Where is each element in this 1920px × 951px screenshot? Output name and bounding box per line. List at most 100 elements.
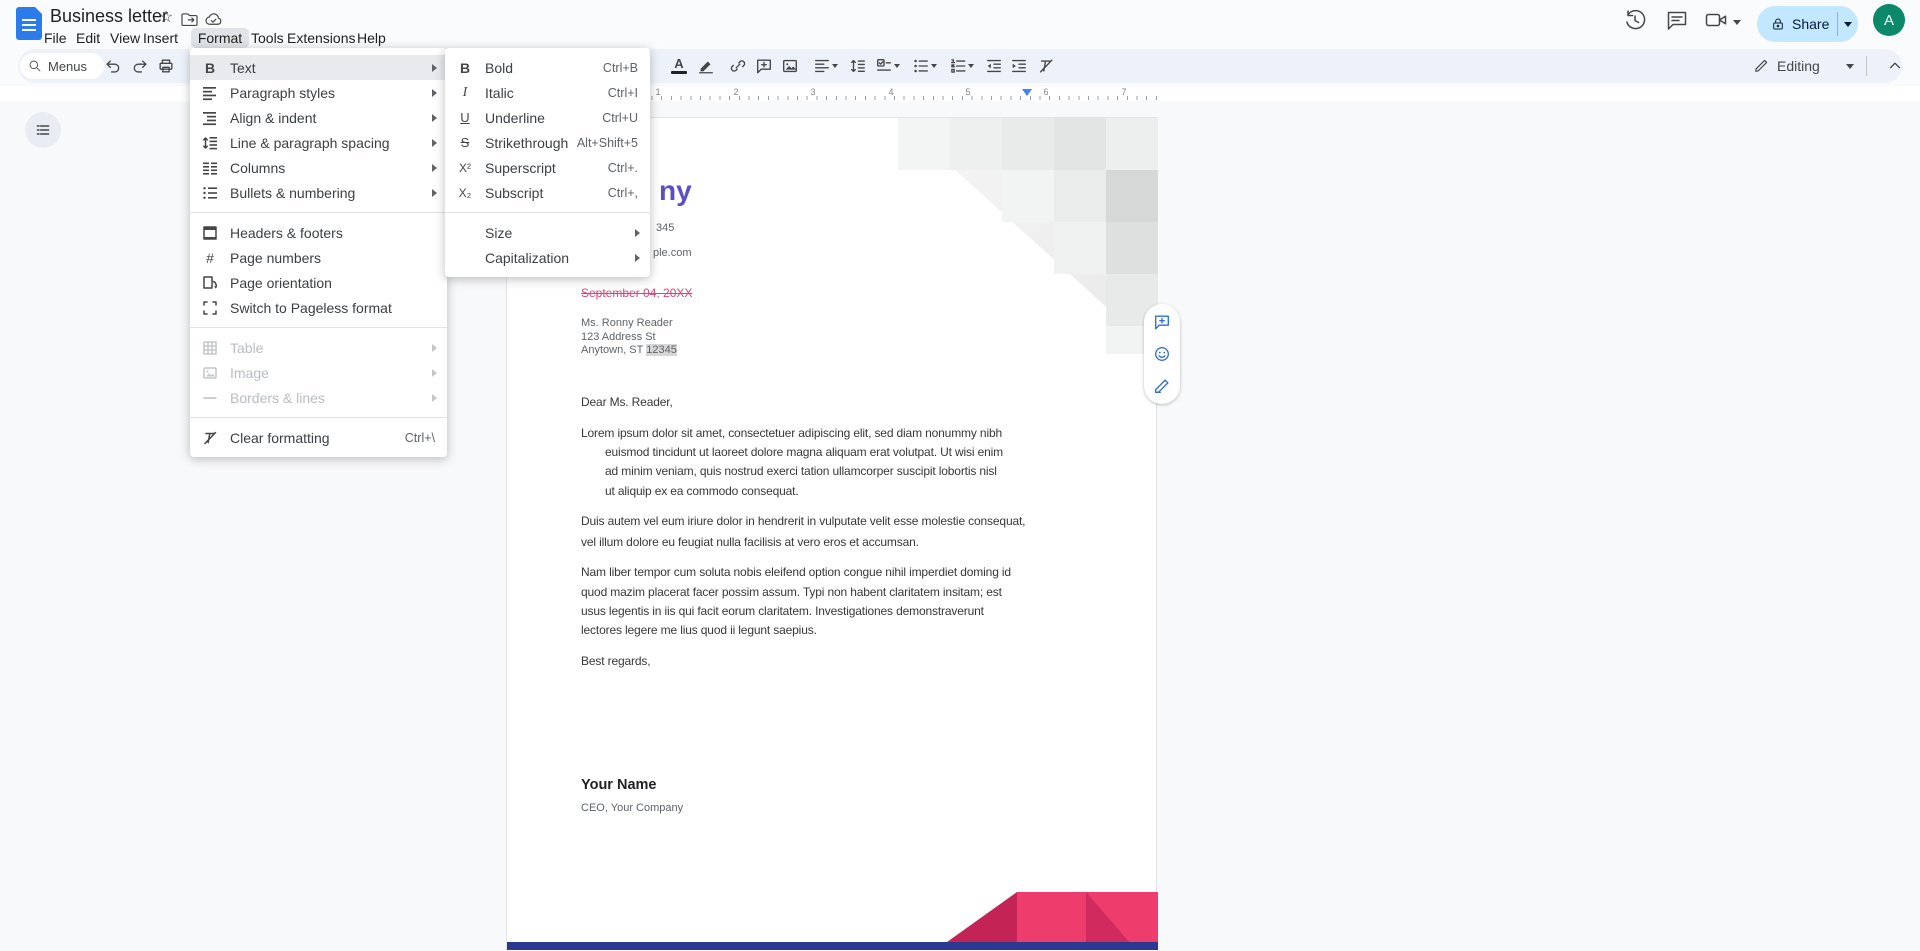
text-submenu-item-size[interactable]: Size [445, 220, 650, 245]
format-menu-item-clear-formatting[interactable]: Clear formatting Ctrl+\ [190, 425, 447, 450]
format-menu-item-align-indent[interactable]: Align & indent [190, 105, 447, 130]
meet-video-icon[interactable] [1704, 8, 1728, 32]
emoji-react-fab-icon[interactable] [1153, 345, 1171, 363]
text-submenu: B Bold Ctrl+B I Italic Ctrl+I U Underlin… [445, 48, 650, 277]
numbered-list-icon[interactable] [949, 57, 967, 75]
recipient-city-prefix: Anytown, ST [581, 344, 646, 356]
align-caret-icon[interactable] [832, 64, 838, 68]
menubar-item-file[interactable]: File [44, 28, 67, 48]
collapse-toolbar-icon[interactable] [1886, 56, 1904, 74]
undo-icon[interactable] [104, 57, 122, 75]
mosaic-square [1002, 170, 1054, 222]
editing-mode-dropdown[interactable]: Editing [1753, 53, 1854, 79]
text-submenu-item-italic[interactable]: I Italic Ctrl+I [445, 80, 650, 105]
menubar-item-tools[interactable]: Tools [251, 28, 284, 48]
recipient-city-line: Anytown, ST 12345 [581, 344, 677, 356]
paragraph-line: usus legentis in iis qui facit eorum cla… [581, 604, 984, 618]
recipient-name: Ms. Ronny Reader [581, 317, 673, 329]
text-submenu-item-capitalization[interactable]: Capitalization [445, 245, 650, 270]
text-submenu-item-bold[interactable]: B Bold Ctrl+B [445, 55, 650, 80]
format-menu-item-paragraph-styles[interactable]: Paragraph styles [190, 80, 447, 105]
bulleted-list-caret-icon[interactable] [931, 64, 937, 68]
align-left-icon[interactable] [813, 57, 831, 75]
menubar-item-view[interactable]: View [110, 28, 140, 48]
checklist-icon[interactable] [875, 57, 893, 75]
docs-logo-icon[interactable] [16, 7, 42, 40]
star-icon[interactable]: ☆ [157, 9, 175, 27]
add-comment-fab-icon[interactable] [1153, 313, 1171, 331]
show-outline-button[interactable] [25, 112, 61, 148]
format-menu-item-image: Image [190, 360, 447, 385]
line-spacing-icon[interactable] [849, 57, 867, 75]
text-color-icon[interactable]: A [671, 57, 687, 74]
paragraph-line: Nam liber tempor cum soluta nobis eleife… [581, 565, 1011, 579]
subscript-icon: X₂ [455, 186, 475, 200]
submenu-arrow-icon [432, 344, 437, 352]
share-label: Share [1792, 16, 1829, 32]
ruler-number: 4 [888, 87, 893, 97]
print-icon[interactable] [157, 57, 175, 75]
ruler-number: 5 [965, 87, 970, 97]
format-menu-item-page-orientation[interactable]: Page orientation [190, 270, 447, 295]
format-menu-item-page-numbers[interactable]: # Page numbers [190, 245, 447, 270]
pencil-icon [1753, 58, 1769, 74]
format-menu-item-columns[interactable]: Columns [190, 155, 447, 180]
paragraph-line: Duis autem vel eum iriure dolor in hendr… [581, 514, 1025, 528]
menu-separator [190, 417, 447, 418]
borders-lines-icon [200, 390, 220, 406]
mosaic-square [1054, 222, 1106, 274]
insert-link-icon[interactable] [729, 57, 747, 75]
highlight-color-icon[interactable] [697, 57, 715, 75]
paragraph-line: euismod tincidunt ut laoreet dolore magn… [605, 445, 1003, 459]
mosaic-square [898, 118, 950, 170]
meet-caret-icon[interactable] [1733, 20, 1741, 25]
format-menu-item-pageless[interactable]: Switch to Pageless format [190, 295, 447, 320]
menu-separator [190, 327, 447, 328]
submenu-arrow-icon [432, 369, 437, 377]
add-comment-icon[interactable] [755, 57, 773, 75]
redo-icon[interactable] [131, 57, 149, 75]
menubar-item-format[interactable]: Format [191, 28, 249, 48]
text-submenu-item-underline[interactable]: U Underline Ctrl+U [445, 105, 650, 130]
menubar-item-edit[interactable]: Edit [76, 28, 100, 48]
menus-search-button[interactable]: Menus [20, 53, 104, 79]
text-submenu-item-strikethrough[interactable]: S Strikethrough Alt+Shift+5 [445, 130, 650, 155]
suggest-edits-fab-icon[interactable] [1153, 377, 1171, 395]
menubar-item-help[interactable]: Help [357, 28, 386, 48]
avatar[interactable]: A [1873, 4, 1905, 36]
document-title[interactable]: Business letter [50, 6, 168, 27]
signature-name: Your Name [581, 777, 656, 793]
ruler-indent-marker[interactable] [1022, 89, 1032, 96]
cloud-saved-icon[interactable] [204, 10, 223, 29]
numbered-list-caret-icon[interactable] [968, 64, 974, 68]
text-submenu-item-superscript[interactable]: X² Superscript Ctrl+. [445, 155, 650, 180]
share-caret-icon[interactable] [1844, 22, 1852, 27]
format-menu-item-headers-footers[interactable]: Headers & footers [190, 220, 447, 245]
menubar-item-insert[interactable]: Insert [143, 28, 178, 48]
strikethrough-icon: S [455, 135, 475, 150]
paragraph-line: ut aliquip ex ea commodo consequat. [605, 484, 799, 498]
ruler-number: 3 [810, 87, 815, 97]
paragraph-line: ad minim veniam, quis nostrud exerci tat… [605, 464, 997, 478]
checklist-caret-icon[interactable] [894, 64, 900, 68]
format-menu-item-table: Table [190, 335, 447, 360]
format-menu-item-bullets-numbering[interactable]: Bullets & numbering [190, 180, 447, 205]
clear-formatting-icon[interactable] [1037, 57, 1055, 75]
bulleted-list-icon[interactable] [912, 57, 930, 75]
shortcut-label: Ctrl+\ [405, 431, 435, 445]
insert-image-icon[interactable] [781, 57, 799, 75]
italic-icon: I [455, 85, 475, 101]
outline-icon [35, 122, 51, 138]
ruler-number: 2 [733, 87, 738, 97]
decrease-indent-icon[interactable] [985, 57, 1003, 75]
version-history-icon[interactable] [1623, 8, 1647, 32]
increase-indent-icon[interactable] [1010, 57, 1028, 75]
share-button[interactable]: Share [1757, 6, 1858, 42]
mosaic-square [950, 118, 1002, 170]
format-menu-item-text[interactable]: B Text [190, 55, 447, 80]
move-folder-icon[interactable] [180, 10, 199, 29]
menubar-item-extensions[interactable]: Extensions [287, 28, 355, 48]
text-submenu-item-subscript[interactable]: X₂ Subscript Ctrl+, [445, 180, 650, 205]
format-menu-item-line-spacing[interactable]: Line & paragraph spacing [190, 130, 447, 155]
comments-icon[interactable] [1665, 8, 1689, 32]
